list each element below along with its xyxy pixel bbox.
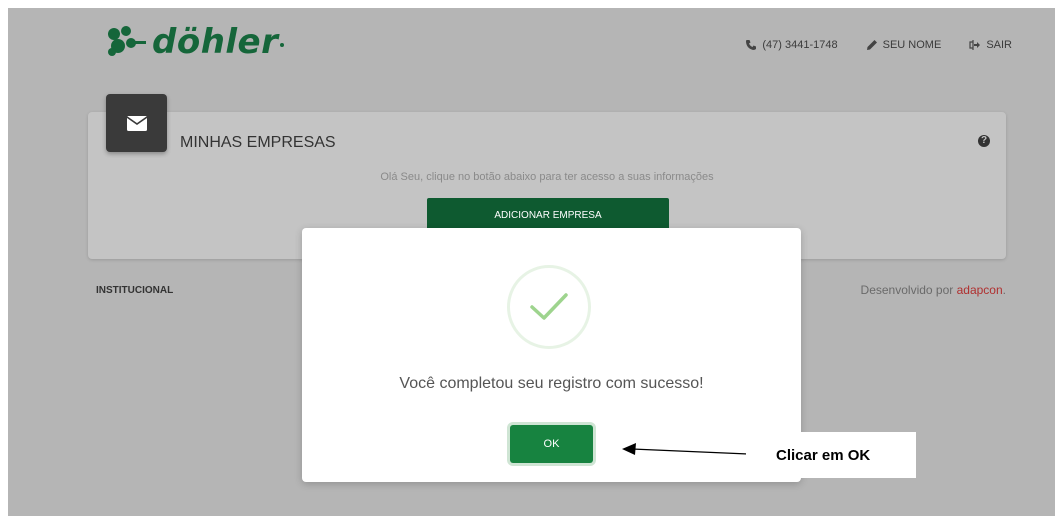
logo-text: döhler xyxy=(152,22,279,62)
user-name-link[interactable]: SEU NOME xyxy=(866,39,942,51)
top-navigation: (47) 3441-1748 SEU NOME SAIR xyxy=(745,39,1012,51)
card-icon-badge xyxy=(106,94,167,152)
phone-number: (47) 3441-1748 xyxy=(762,39,838,51)
help-icon[interactable]: ? xyxy=(978,135,990,147)
success-check-badge xyxy=(507,265,591,349)
sign-out-icon xyxy=(969,40,981,50)
dohler-logo[interactable]: döhler xyxy=(104,22,285,62)
annotation-callout: Clicar em OK xyxy=(746,432,916,478)
developed-by-text: Desenvolvido por xyxy=(860,283,954,297)
card-instructions: Olá Seu, clique no botão abaixo para ter… xyxy=(380,171,714,183)
credit-period: . xyxy=(1002,283,1006,297)
success-message: Você completou seu registro com sucesso! xyxy=(399,375,704,392)
logout-link[interactable]: SAIR xyxy=(969,39,1012,51)
developer-link[interactable]: adapcon xyxy=(957,283,1003,297)
envelope-icon xyxy=(126,115,147,131)
card-title: MINHAS EMPRESAS xyxy=(180,134,336,151)
add-company-button[interactable]: ADICIONAR EMPRESA xyxy=(427,198,669,232)
logout-label: SAIR xyxy=(986,39,1012,51)
leaf-logo-icon xyxy=(108,26,146,56)
user-name: SEU NOME xyxy=(882,39,942,51)
annotation-arrow-icon xyxy=(622,443,749,455)
phone-icon xyxy=(746,40,757,50)
checkmark-icon xyxy=(530,293,568,320)
developer-credit: Desenvolvido por adapcon. xyxy=(861,283,1006,297)
institucional-link[interactable]: INSTITUCIONAL xyxy=(96,285,173,296)
ok-button[interactable]: OK xyxy=(510,425,593,463)
phone-contact[interactable]: (47) 3441-1748 xyxy=(745,39,838,51)
pencil-icon xyxy=(866,40,877,50)
logo-trademark-dot xyxy=(280,43,285,47)
